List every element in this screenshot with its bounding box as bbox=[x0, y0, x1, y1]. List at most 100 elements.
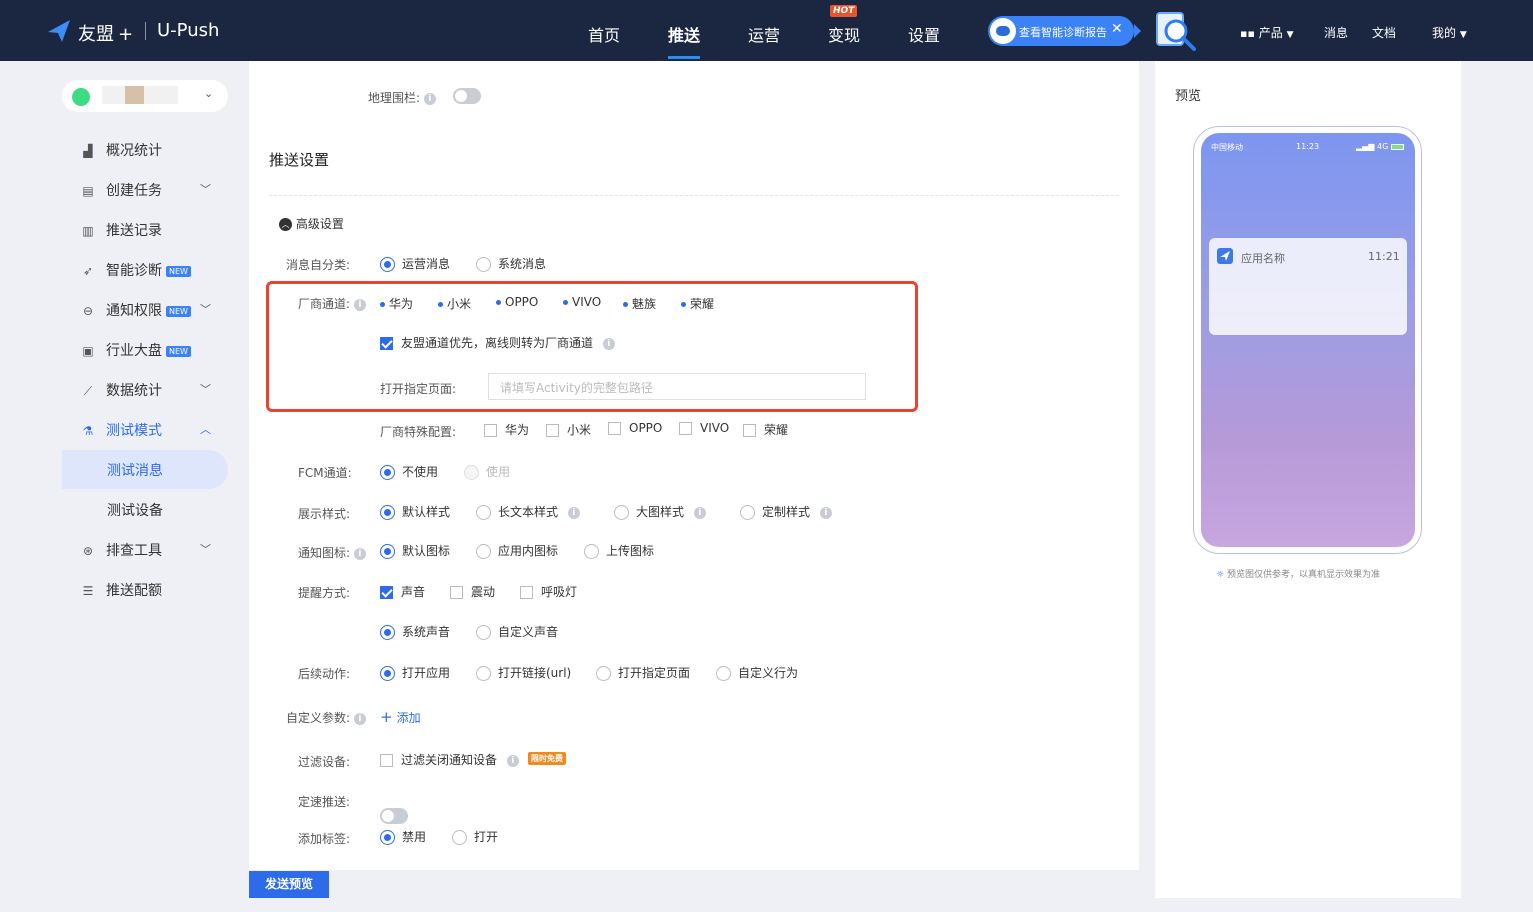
sidebar-item-push-record[interactable]: ▥ 推送记录 bbox=[80, 220, 162, 240]
nav-settings[interactable]: 设置 bbox=[908, 22, 940, 46]
after-action-label: 后续动作: bbox=[298, 667, 351, 681]
diagnose-report-pill[interactable]: 查看智能诊断报告 ✕ bbox=[988, 16, 1134, 46]
chevron-down-icon[interactable]: ﹀ bbox=[200, 541, 211, 557]
hot-badge: HOT bbox=[830, 5, 858, 17]
sidebar-item-quota[interactable]: ☰ 推送配额 bbox=[80, 580, 162, 600]
bar-chart-icon: ▟ bbox=[83, 144, 93, 158]
radio-fcm-on[interactable]: 使用 bbox=[464, 463, 510, 480]
radio-open-page[interactable]: 打开指定页面 bbox=[596, 664, 690, 681]
umeng-logo-icon[interactable] bbox=[46, 18, 72, 44]
sidebar-item-create-task[interactable]: ▤ 创建任务 bbox=[80, 180, 162, 200]
checkbox-label: 震动 bbox=[471, 585, 496, 599]
radio-style-bigpic[interactable]: 大图样式 i bbox=[614, 503, 706, 520]
chevron-up-circle-icon: ︿ bbox=[279, 218, 292, 231]
sidebar-item-test-mode[interactable]: ⚗ 测试模式 bbox=[80, 420, 162, 440]
chevron-down-icon[interactable]: ﹀ bbox=[200, 301, 211, 317]
checkbox-filter-closed[interactable]: 过滤关闭通知设备 i bbox=[380, 751, 519, 768]
checkbox-breathing-light[interactable]: 呼吸灯 bbox=[520, 583, 577, 600]
tool-icon: ⊛ bbox=[82, 544, 94, 558]
diagnose-report-label: 查看智能诊断报告 bbox=[1019, 26, 1107, 39]
sidebar-item-notify-permission[interactable]: ⊖ 通知权限 NEW bbox=[80, 300, 191, 320]
radio-operation-msg[interactable]: 运营消息 bbox=[380, 255, 450, 272]
sidebar-item-label: 创建任务 bbox=[106, 183, 162, 199]
sidebar-item-overview[interactable]: ▟ 概况统计 bbox=[80, 140, 162, 160]
add-param-button[interactable]: + 添加 bbox=[380, 708, 421, 726]
info-icon[interactable]: i bbox=[353, 298, 366, 311]
caret-down-icon: ▼ bbox=[1286, 30, 1294, 40]
info-icon[interactable]: i bbox=[602, 337, 615, 350]
vendor-oppo: OPPO bbox=[496, 295, 538, 309]
checkbox-special-huawei[interactable]: 华为 bbox=[484, 421, 529, 438]
radio-tag-enable[interactable]: 打开 bbox=[452, 828, 498, 845]
info-icon[interactable]: i bbox=[693, 506, 706, 519]
messages-link[interactable]: 消息 bbox=[1324, 24, 1348, 41]
radio-label: 禁用 bbox=[402, 830, 427, 844]
sidebar-item-test-device[interactable]: 测试设备 bbox=[107, 500, 163, 520]
nav-push[interactable]: 推送 bbox=[668, 22, 700, 46]
radio-icon-default[interactable]: 默认图标 bbox=[380, 542, 450, 559]
sidebar-item-test-message[interactable]: 测试消息 bbox=[107, 460, 163, 480]
sidebar-item-data-stats[interactable]: ⟋ 数据统计 bbox=[80, 380, 162, 400]
preview-note: ☼ 预览图仅供参考，以真机显示效果为准 bbox=[1216, 567, 1380, 580]
activity-path-input[interactable]: 请填写Activity的完整包路径 bbox=[488, 373, 866, 400]
rate-push-toggle[interactable] bbox=[380, 808, 408, 824]
checkbox-box bbox=[679, 422, 692, 435]
sidebar-item-label: 概况统计 bbox=[106, 143, 162, 159]
radio-custom-action[interactable]: 自定义行为 bbox=[716, 664, 798, 681]
checkbox-vibrate[interactable]: 震动 bbox=[450, 583, 495, 600]
sidebar-item-industry[interactable]: ▣ 行业大盘 NEW bbox=[80, 340, 191, 360]
radio-tag-disable[interactable]: 禁用 bbox=[380, 828, 426, 845]
info-icon[interactable]: i bbox=[353, 712, 366, 725]
task-icon: ▤ bbox=[82, 184, 94, 198]
sidebar-item-diagnose[interactable]: ➶ 智能诊断 NEW bbox=[80, 260, 191, 280]
app-selector[interactable]: ⌄ bbox=[62, 80, 228, 112]
radio-label: 使用 bbox=[486, 465, 511, 479]
info-icon[interactable]: i bbox=[819, 506, 832, 519]
checkbox-special-xiaomi[interactable]: 小米 bbox=[546, 421, 591, 438]
radio-label: 自定义声音 bbox=[498, 625, 559, 639]
radio-fcm-off[interactable]: 不使用 bbox=[380, 463, 438, 480]
mine-menu[interactable]: 我的 ▼ bbox=[1432, 24, 1467, 41]
products-menu[interactable]: ▪▪ 产品 ▼ bbox=[1240, 24, 1294, 41]
radio-system-msg[interactable]: 系统消息 bbox=[476, 255, 546, 272]
radio-system-sound[interactable]: 系统声音 bbox=[380, 623, 450, 640]
checkbox-label: 荣耀 bbox=[764, 423, 789, 437]
radio-icon-upload[interactable]: 上传图标 bbox=[584, 542, 654, 559]
nav-operation[interactable]: 运营 bbox=[748, 22, 780, 46]
sidebar-item-label: 通知权限 bbox=[106, 303, 162, 319]
radio-style-custom[interactable]: 定制样式 i bbox=[740, 503, 832, 520]
info-icon[interactable]: i bbox=[506, 754, 519, 767]
radio-style-longtext[interactable]: 长文本样式 i bbox=[476, 503, 580, 520]
docs-link[interactable]: 文档 bbox=[1372, 24, 1396, 41]
checkbox-special-vivo[interactable]: VIVO bbox=[679, 421, 729, 435]
nav-home[interactable]: 首页 bbox=[588, 22, 620, 46]
advanced-settings-toggle[interactable]: ︿ 高级设置 bbox=[279, 215, 344, 232]
nav-monetize[interactable]: 变现 bbox=[828, 22, 860, 46]
checkbox-special-oppo[interactable]: OPPO bbox=[608, 421, 662, 435]
radio-icon-inapp[interactable]: 应用内图标 bbox=[476, 542, 558, 559]
radio-custom-sound[interactable]: 自定义声音 bbox=[476, 623, 558, 640]
radio-open-url[interactable]: 打开链接(url) bbox=[476, 664, 571, 681]
magnifier-report-icon[interactable] bbox=[1154, 9, 1200, 53]
umeng-priority-checkbox[interactable]: 友盟通道优先，离线则转为厂商通道 i bbox=[380, 334, 615, 351]
info-icon[interactable]: i bbox=[353, 547, 366, 560]
geofence-toggle[interactable] bbox=[453, 88, 481, 104]
chevron-down-icon[interactable]: ﹀ bbox=[200, 381, 211, 397]
checkbox-sound[interactable]: 声音 bbox=[380, 583, 425, 600]
phone-screen bbox=[1201, 133, 1415, 547]
chevron-down-icon[interactable]: ﹀ bbox=[200, 181, 211, 197]
info-icon[interactable]: i bbox=[423, 92, 436, 105]
info-icon[interactable]: i bbox=[567, 506, 580, 519]
chevron-up-icon[interactable]: ︿ bbox=[200, 421, 211, 437]
vendor-special-label: 厂商特殊配置: bbox=[380, 425, 457, 439]
open-page-label: 打开指定页面: bbox=[380, 382, 457, 396]
radio-style-default[interactable]: 默认样式 bbox=[380, 503, 450, 520]
advanced-settings-label: 高级设置 bbox=[295, 217, 344, 231]
radio-open-app[interactable]: 打开应用 bbox=[380, 664, 450, 681]
close-icon[interactable]: ✕ bbox=[1111, 21, 1123, 37]
brand-name[interactable]: 友盟 + bbox=[78, 20, 133, 46]
sidebar-item-troubleshoot[interactable]: ⊛ 排查工具 bbox=[80, 540, 162, 560]
send-preview-button[interactable]: 发送预览 bbox=[249, 871, 329, 898]
checkbox-special-honor[interactable]: 荣耀 bbox=[743, 421, 788, 438]
robot-icon bbox=[990, 18, 1016, 44]
